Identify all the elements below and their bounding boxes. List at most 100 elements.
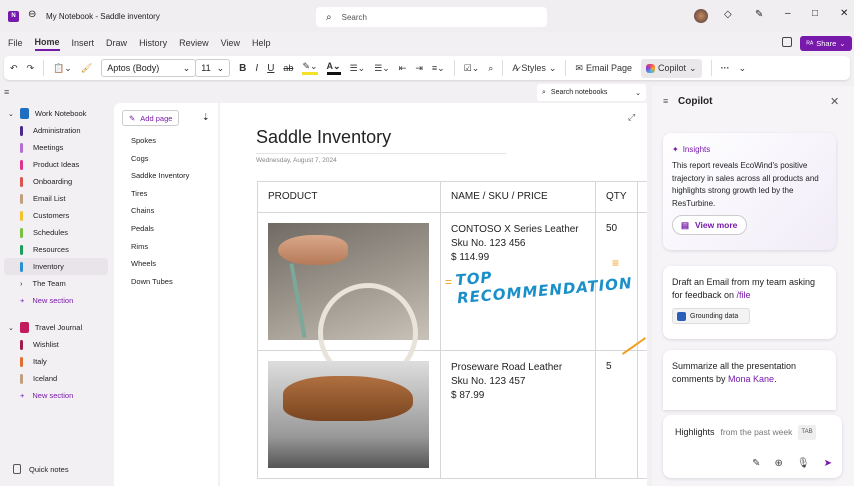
search-notebooks-input[interactable]: ⌕ Search notebooks ⌄ xyxy=(537,84,646,101)
page-item[interactable]: Pedals xyxy=(114,220,218,238)
menu-home[interactable]: Home xyxy=(34,35,60,51)
section-item[interactable]: Product Ideas xyxy=(4,156,108,173)
sticky-note-icon[interactable] xyxy=(782,37,792,47)
new-section-button[interactable]: + New section xyxy=(4,387,108,404)
section-item[interactable]: Resources xyxy=(4,241,108,258)
email-page-button[interactable]: ✉ Email Page xyxy=(575,63,632,74)
redo-icon[interactable]: ↷ xyxy=(27,63,35,74)
input-value: Highlights xyxy=(675,427,715,437)
notebook-item[interactable]: ⌄ Travel Journal xyxy=(4,319,108,336)
section-item[interactable]: Email List xyxy=(4,190,108,207)
minimize-button[interactable]: – xyxy=(785,8,791,19)
font-size-select[interactable]: 11 ⌄ xyxy=(195,59,231,77)
page-item[interactable]: Tires xyxy=(114,185,218,203)
align-icon[interactable]: ≡⌄ xyxy=(432,63,445,74)
section-item[interactable]: Iceland xyxy=(4,370,108,387)
quick-notes-button[interactable]: Quick notes xyxy=(13,464,69,474)
copilot-button[interactable]: Copilot ⌄ xyxy=(641,58,702,78)
share-button[interactable]: ᴿᴬ Share ⌄ xyxy=(800,36,852,51)
avatar[interactable] xyxy=(694,9,708,23)
paste-icon[interactable]: 📋⌄ xyxy=(53,63,72,74)
bold-button[interactable]: B xyxy=(239,63,246,74)
maximize-button[interactable]: □ xyxy=(812,8,818,19)
tag-icon[interactable]: ☑⌄ xyxy=(464,63,480,74)
italic-button[interactable]: I xyxy=(255,63,258,74)
close-icon[interactable]: ✕ xyxy=(830,95,839,108)
page-item[interactable]: Cogs xyxy=(114,150,218,168)
strikethrough-button[interactable]: ab xyxy=(283,63,293,73)
page-item[interactable]: Wheels xyxy=(114,255,218,273)
section-item[interactable]: Onboarding xyxy=(4,173,108,190)
section-item[interactable]: Italy xyxy=(4,353,108,370)
styles-button[interactable]: A̷ Styles ⌄ xyxy=(512,63,556,74)
product-sku: Sku No. 123 456 xyxy=(451,238,526,249)
section-name: Wishlist xyxy=(33,340,59,349)
page-title[interactable]: Saddle Inventory xyxy=(256,127,506,154)
microphone-icon[interactable]: 🎙 xyxy=(797,457,810,470)
page-item[interactable]: Down Tubes xyxy=(114,273,218,291)
section-item[interactable]: Schedules xyxy=(4,224,108,241)
highlight-icon[interactable]: ✎⌄ xyxy=(302,61,318,75)
page-item[interactable]: Rims xyxy=(114,238,218,256)
more-options-button[interactable]: ··· xyxy=(721,63,730,73)
format-painter-icon[interactable]: 🖌 xyxy=(81,63,92,74)
numbering-icon[interactable]: ☰⌄ xyxy=(374,63,390,74)
section-name: Administration xyxy=(33,126,81,135)
find-tags-icon[interactable]: ⌕ xyxy=(488,63,493,74)
menu-history[interactable]: History xyxy=(139,36,167,50)
add-page-icon: ✎ xyxy=(129,113,136,123)
indent-icon[interactable]: ⇥ xyxy=(415,63,423,74)
prompt-guide-icon[interactable]: ✎ xyxy=(752,457,760,470)
mention[interactable]: Mona Kane xyxy=(728,374,774,384)
add-icon[interactable]: ⊕ xyxy=(775,457,783,470)
hamburger-icon[interactable]: ≡ xyxy=(663,96,668,106)
saddle-image xyxy=(268,223,429,383)
diamond-icon[interactable]: ◇ xyxy=(724,9,732,20)
menu-insert[interactable]: Insert xyxy=(72,36,95,50)
search-input[interactable]: ⌕ Search xyxy=(316,7,547,27)
grounding-data-chip[interactable]: Grounding data xyxy=(672,308,750,324)
send-icon[interactable]: ➤ xyxy=(824,457,832,470)
section-item[interactable]: Wishlist xyxy=(4,336,108,353)
expand-ribbon-icon[interactable]: ⌄ xyxy=(739,63,747,74)
prompt-suggestion-card[interactable]: Summarize all the presentation comments … xyxy=(663,350,836,410)
undo-icon[interactable]: ↶ xyxy=(10,63,18,74)
font-color-icon[interactable]: A⌄ xyxy=(326,61,341,75)
section-item[interactable]: Administration xyxy=(4,122,108,139)
notebook-name: Travel Journal xyxy=(34,323,83,332)
notebook-item[interactable]: ⌄ Work Notebook xyxy=(4,105,108,122)
section-item[interactable]: Meetings xyxy=(4,139,108,156)
search-icon: ⌕ xyxy=(542,88,546,96)
menu-help[interactable]: Help xyxy=(252,36,271,50)
section-item[interactable]: Customers xyxy=(4,207,108,224)
copilot-input[interactable]: Highlights from the past week TAB ✎ ⊕ 🎙 ➤ xyxy=(663,415,842,478)
section-item[interactable]: Inventory xyxy=(4,258,108,275)
section-tab-icon xyxy=(20,244,23,255)
sort-icon[interactable]: ⇣ xyxy=(202,112,210,123)
page-item[interactable]: Chains xyxy=(114,202,218,220)
outdent-icon[interactable]: ⇤ xyxy=(399,63,407,74)
page-item[interactable]: Saddke Inventory xyxy=(114,167,218,185)
menu-review[interactable]: Review xyxy=(179,36,209,50)
page-item[interactable]: Spokes xyxy=(114,132,218,150)
expand-icon[interactable]: ⤢ xyxy=(628,112,635,123)
underline-button[interactable]: U xyxy=(267,63,274,74)
onenote-logo-icon: N xyxy=(8,11,19,22)
view-more-button[interactable]: ▤ View more xyxy=(672,215,747,235)
prompt-suggestion-card[interactable]: Draft an Email from my team asking for f… xyxy=(663,266,836,339)
menu-view[interactable]: View xyxy=(221,36,240,50)
section-tab-icon xyxy=(20,176,23,187)
pen-icon[interactable]: ✎ xyxy=(755,9,763,20)
chevron-down-icon: ⌄ xyxy=(8,110,14,118)
font-family-select[interactable]: Aptos (Body) ⌄ xyxy=(101,59,197,77)
menu-draw[interactable]: Draw xyxy=(106,36,127,50)
new-section-button[interactable]: + New section xyxy=(4,292,108,309)
bullets-icon[interactable]: ☰⌄ xyxy=(350,63,366,74)
file-reference[interactable]: /file xyxy=(737,290,751,300)
menu-file[interactable]: File xyxy=(8,36,23,50)
page-canvas[interactable]: Saddle Inventory Wednesday, August 7, 20… xyxy=(220,103,647,486)
section-group-item[interactable]: › The Team xyxy=(4,275,108,292)
back-icon[interactable]: ⊖ xyxy=(28,9,36,20)
add-page-button[interactable]: ✎ Add page xyxy=(122,110,180,126)
close-button[interactable]: ✕ xyxy=(840,8,848,19)
